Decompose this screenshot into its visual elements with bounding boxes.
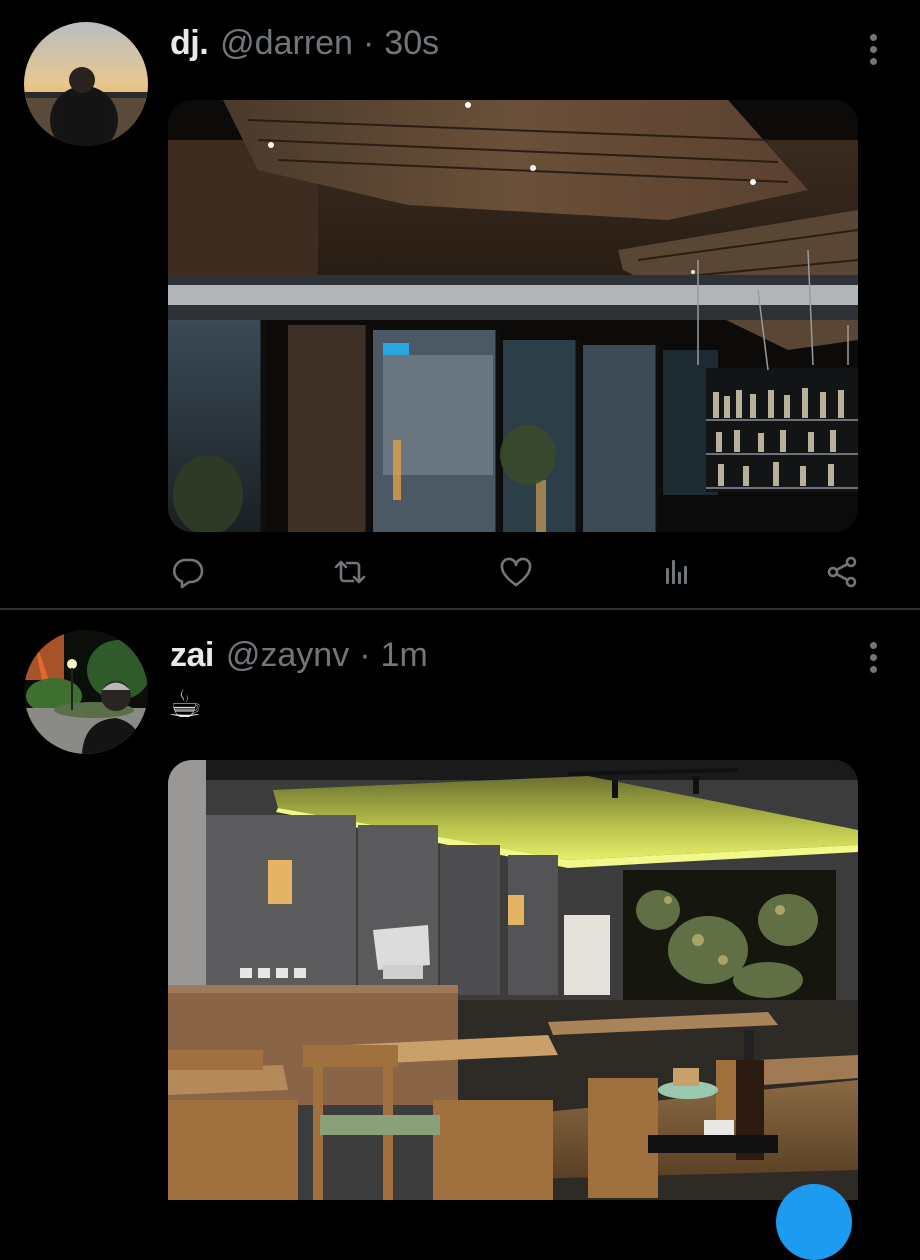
separator: · [359,636,371,674]
tweet[interactable]: dj. @darren · 30s [0,0,920,608]
user-handle[interactable]: @darren [220,24,353,63]
timestamp[interactable]: 1m [381,636,428,675]
reply-icon[interactable] [168,552,208,592]
tweet-header: zai @zaynv · 1m [170,636,428,675]
tweet-actions [168,552,858,592]
display-name[interactable]: zai [170,636,214,675]
tweet[interactable]: zai @zaynv · 1m ☕ [0,610,920,1200]
tweet-header: dj. @darren · 30s [170,24,439,63]
avatar[interactable] [24,630,148,754]
more-options-icon[interactable] [868,642,878,673]
compose-fab[interactable] [776,1184,852,1260]
user-handle[interactable]: @zaynv [226,636,349,675]
retweet-icon[interactable] [330,552,370,592]
share-icon[interactable] [822,552,862,592]
views-icon[interactable] [658,552,698,592]
display-name[interactable]: dj. [170,24,209,63]
separator: · [362,24,375,62]
timestamp[interactable]: 30s [384,24,439,63]
tweet-photo[interactable] [168,760,858,1200]
tweet-photo[interactable] [168,100,858,532]
more-options-icon[interactable] [868,34,878,65]
avatar[interactable] [24,22,148,146]
like-icon[interactable] [496,552,536,592]
tweet-text: ☕ [168,684,203,726]
